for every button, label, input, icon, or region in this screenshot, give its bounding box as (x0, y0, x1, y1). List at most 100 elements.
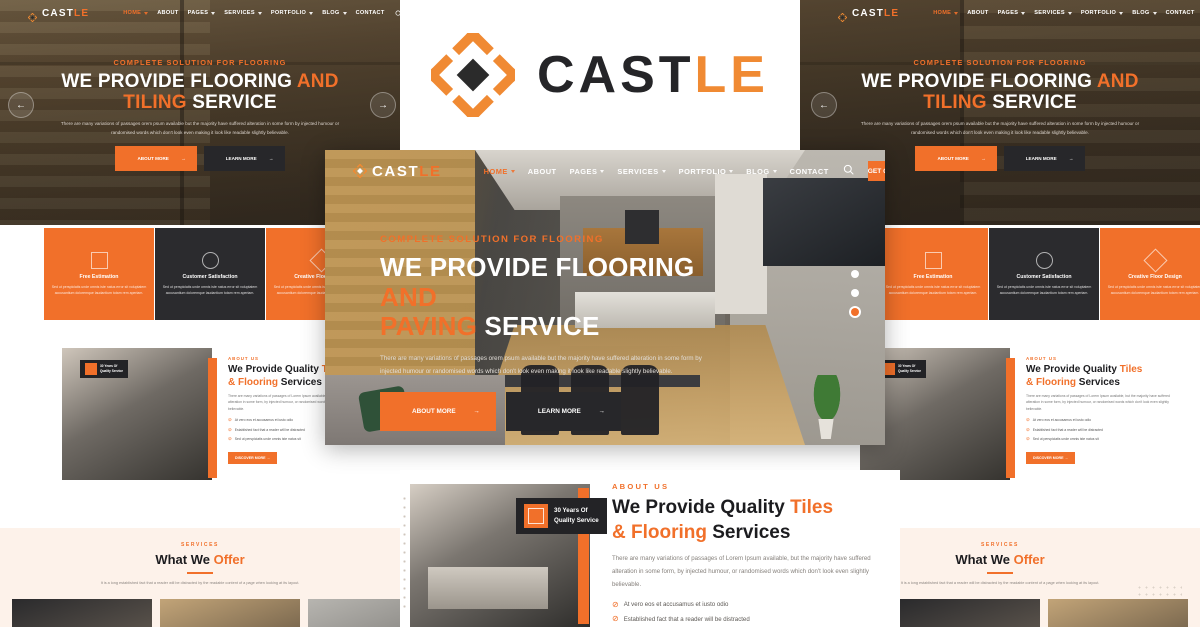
hero-slider-dots[interactable] (851, 270, 859, 316)
hero-title: WE PROVIDE FLOORING AND TILING SERVICE (861, 71, 1139, 113)
about-kicker: ABOUT US (612, 482, 670, 491)
chevron-down-icon (257, 11, 262, 15)
feature-card-title: Free Estimation (913, 273, 953, 280)
service-card-image[interactable] (900, 599, 1040, 627)
trophy-icon (85, 363, 97, 375)
learn-more-button[interactable]: LEARN MORE → (1003, 146, 1085, 171)
services-title: What We Offer (155, 552, 245, 567)
nav-item-blog[interactable]: BLOG (322, 10, 347, 16)
hero-title: WE PROVIDE FLOORING AND PAVING SERVICE (380, 252, 695, 342)
target-icon (1035, 251, 1053, 269)
learn-more-button[interactable]: LEARN MORE → (203, 146, 285, 171)
nav-item-portfolio[interactable]: PORTFOLIO (271, 10, 314, 16)
get-quote-button[interactable]: GET QUOTE→ (867, 161, 885, 181)
nav-item-portfolio[interactable]: PORTFOLIO (1081, 10, 1124, 16)
slider-prev-button-right[interactable]: ← (811, 92, 837, 118)
chevron-down-icon (954, 11, 959, 15)
nav-item-blog[interactable]: BLOG (1132, 10, 1157, 16)
chevron-down-icon (1152, 11, 1157, 15)
logo-text: CASTLE (42, 7, 90, 19)
chevron-down-icon (510, 169, 515, 173)
feature-card-title: Customer Satisfaction (1016, 273, 1072, 280)
chevron-down-icon (1067, 11, 1072, 15)
nav-item-contact[interactable]: CONTACT (790, 167, 829, 176)
service-card-image[interactable] (1048, 599, 1188, 627)
nav-item-home[interactable]: HOME (933, 10, 959, 16)
slider-next-button[interactable]: → (370, 92, 396, 118)
feature-card[interactable]: Customer Satisfaction Sed ut perspiciati… (989, 228, 1099, 320)
years-badge: 30 Years Of Quality Service (516, 498, 607, 534)
about-bullet: Established fact that a reader will be d… (1026, 427, 1176, 433)
slider-dot-1[interactable] (851, 270, 859, 278)
logo-background-left[interactable]: CASTLE (27, 7, 90, 22)
discover-more-button[interactable]: DISCOVER MORE → (228, 451, 278, 464)
chevron-down-icon (729, 169, 734, 173)
nav-menu-background-right: HOME ABOUT PAGES SERVICES PORTFOLIO BLOG… (933, 10, 1194, 16)
logo-background-right[interactable]: CASTLE (837, 7, 900, 22)
logo-text: CASTLE (372, 162, 442, 180)
nav-item-home[interactable]: HOME (484, 167, 515, 176)
nav-item-home[interactable]: HOME (123, 10, 149, 16)
service-card-image[interactable] (12, 599, 152, 627)
nav-item-blog[interactable]: BLOG (746, 167, 777, 176)
logo-panel[interactable]: CASTLE (352, 162, 442, 180)
hero-title: WE PROVIDE FLOORING AND TILING SERVICE (61, 71, 339, 113)
nav-menu-panel: HOME ABOUT PAGES SERVICES PORTFOLIO BLOG… (484, 167, 829, 176)
hero-kicker: COMPLETE SOLUTION FOR FLOORING (380, 234, 604, 245)
learn-more-button[interactable]: LEARN MORE → (505, 392, 621, 432)
arrow-left-icon: ← (16, 99, 26, 111)
hero-buttons: ABOUT MORE → LEARN MORE → (380, 392, 710, 432)
nav-item-about[interactable]: ABOUT (528, 167, 557, 176)
slider-dot-3-active[interactable] (851, 308, 859, 316)
nav-item-services[interactable]: SERVICES (617, 167, 666, 176)
pattern-icon (1142, 248, 1168, 273)
nav-item-contact[interactable]: CONTACT (1166, 10, 1195, 16)
background-navbar-left: CASTLE HOME ABOUT PAGES SERVICES PORTFOL… (0, 0, 449, 26)
arrow-right-icon: → (378, 99, 388, 111)
nav-item-about[interactable]: ABOUT (157, 10, 178, 16)
feature-card[interactable]: Creative Floor Design Sed ut perspiciati… (1100, 228, 1200, 320)
slider-dot-2[interactable] (851, 289, 859, 297)
discover-more-button[interactable]: DISCOVER MORE → (1026, 451, 1076, 464)
chevron-down-icon (1119, 11, 1124, 15)
feature-card[interactable]: Free Estimation Sed ut perspiciatis unde… (878, 228, 988, 320)
nav-item-contact[interactable]: CONTACT (356, 10, 385, 16)
badge-text: 30 Years Of Quality Service (898, 364, 922, 373)
services-header-left: SERVICES What We Offer It is a long esta… (0, 528, 400, 588)
about-bullet: At vero eos et accusamus et iusto odio (1026, 417, 1176, 423)
nav-item-about[interactable]: ABOUT (967, 10, 988, 16)
about-bullet-list: ⊘ At vero eos et accusamus et iusto odio … (612, 600, 888, 627)
about-paragraph: There are many variations of passages of… (612, 555, 871, 588)
diamond-logo-icon (425, 27, 521, 123)
slider-prev-button[interactable]: ← (8, 92, 34, 118)
nav-item-services[interactable]: SERVICES (224, 10, 262, 16)
featured-hero-panel: CASTLE HOME ABOUT PAGES SERVICES PORTFOL… (325, 150, 885, 445)
about-kicker: ABOUT US (1026, 356, 1057, 361)
trophy-icon (524, 504, 548, 528)
feature-card-text: Sed ut perspiciatis unde omnis iste natu… (885, 284, 981, 295)
title-underline (987, 572, 1013, 574)
services-paragraph: It is a long established fact that a rea… (100, 581, 300, 585)
nav-item-pages[interactable]: PAGES (570, 167, 605, 176)
nav-item-pages[interactable]: PAGES (188, 10, 216, 16)
about-accent-bar (208, 358, 217, 478)
about-paragraph: There are many variations of passages of… (1026, 394, 1170, 411)
panel-navbar: CASTLE HOME ABOUT PAGES SERVICES PORTFOL… (325, 150, 885, 192)
nav-item-services[interactable]: SERVICES (1034, 10, 1072, 16)
feature-card-text: Sed ut perspiciatis unde omnis iste natu… (996, 284, 1092, 295)
panel-hero-copy: COMPLETE SOLUTION FOR FLOORING WE PROVID… (380, 234, 710, 432)
diamond-logo-icon (837, 9, 848, 22)
logo-text: CASTLE (852, 7, 900, 19)
about-more-button[interactable]: ABOUT MORE → (915, 146, 997, 171)
service-card-image[interactable] (160, 599, 300, 627)
chevron-down-icon (342, 11, 347, 15)
search-icon[interactable] (843, 162, 854, 180)
about-more-button[interactable]: ABOUT MORE → (115, 146, 197, 171)
hero-paragraph: There are many variations of passages or… (60, 121, 340, 135)
hero-kicker: COMPLETE SOLUTION FOR FLOORING (913, 58, 1087, 67)
room-door (715, 174, 767, 314)
about-more-button[interactable]: ABOUT MORE → (380, 392, 496, 432)
nav-item-pages[interactable]: PAGES (998, 10, 1026, 16)
services-kicker: SERVICES (181, 542, 219, 548)
nav-item-portfolio[interactable]: PORTFOLIO (679, 167, 734, 176)
